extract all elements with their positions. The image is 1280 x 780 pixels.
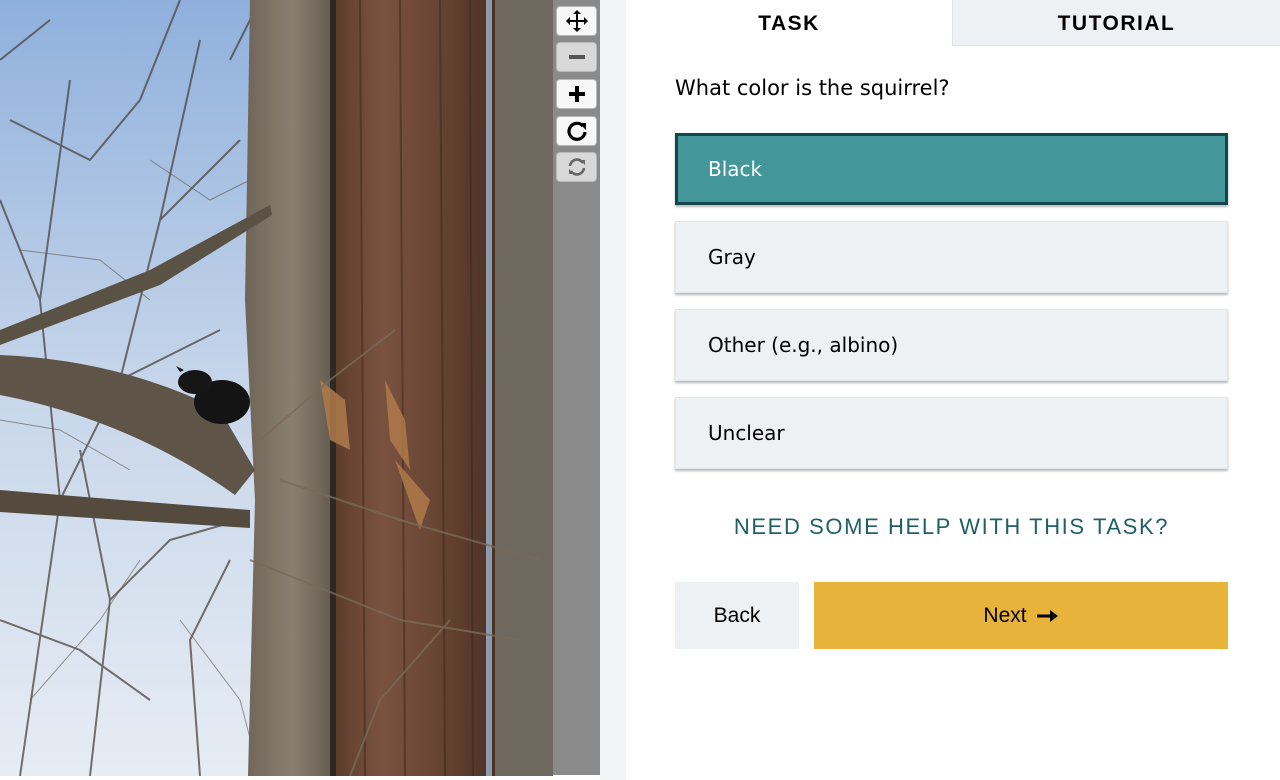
answer-gray[interactable]: Gray bbox=[675, 221, 1228, 293]
zoom-in-button[interactable] bbox=[556, 79, 597, 109]
image-toolbar bbox=[553, 0, 600, 775]
reset-icon bbox=[568, 158, 585, 176]
answer-label: Black bbox=[708, 157, 763, 181]
answer-black[interactable]: Black bbox=[675, 133, 1228, 205]
back-button[interactable]: Back bbox=[675, 582, 799, 649]
subject-image[interactable] bbox=[0, 0, 553, 776]
task-question: What color is the squirrel? bbox=[675, 76, 950, 100]
zoom-out-icon bbox=[568, 55, 585, 59]
tab-task[interactable]: TASK bbox=[626, 0, 952, 46]
arrow-right-icon bbox=[1036, 609, 1058, 622]
answer-label: Other (e.g., albino) bbox=[708, 333, 899, 357]
answer-label: Gray bbox=[708, 245, 756, 269]
task-panel: TASK TUTORIAL What color is the squirrel… bbox=[626, 0, 1280, 780]
squirrel-photo bbox=[0, 0, 553, 776]
need-help-link[interactable]: NEED SOME HELP WITH THIS TASK? bbox=[675, 514, 1228, 540]
next-label: Next bbox=[983, 603, 1027, 627]
zoom-in-icon bbox=[568, 86, 585, 102]
reset-button[interactable] bbox=[556, 152, 597, 182]
move-button[interactable] bbox=[556, 6, 597, 36]
back-label: Back bbox=[713, 603, 761, 627]
move-icon bbox=[565, 10, 588, 32]
rotate-icon bbox=[566, 121, 587, 141]
tab-tutorial[interactable]: TUTORIAL bbox=[952, 0, 1280, 46]
zoom-out-button[interactable] bbox=[556, 42, 597, 72]
panel-divider bbox=[600, 0, 626, 780]
answer-unclear[interactable]: Unclear bbox=[675, 397, 1228, 469]
answer-other[interactable]: Other (e.g., albino) bbox=[675, 309, 1228, 381]
next-button[interactable]: Next bbox=[814, 582, 1228, 649]
rotate-button[interactable] bbox=[556, 116, 597, 146]
answer-label: Unclear bbox=[708, 421, 785, 445]
